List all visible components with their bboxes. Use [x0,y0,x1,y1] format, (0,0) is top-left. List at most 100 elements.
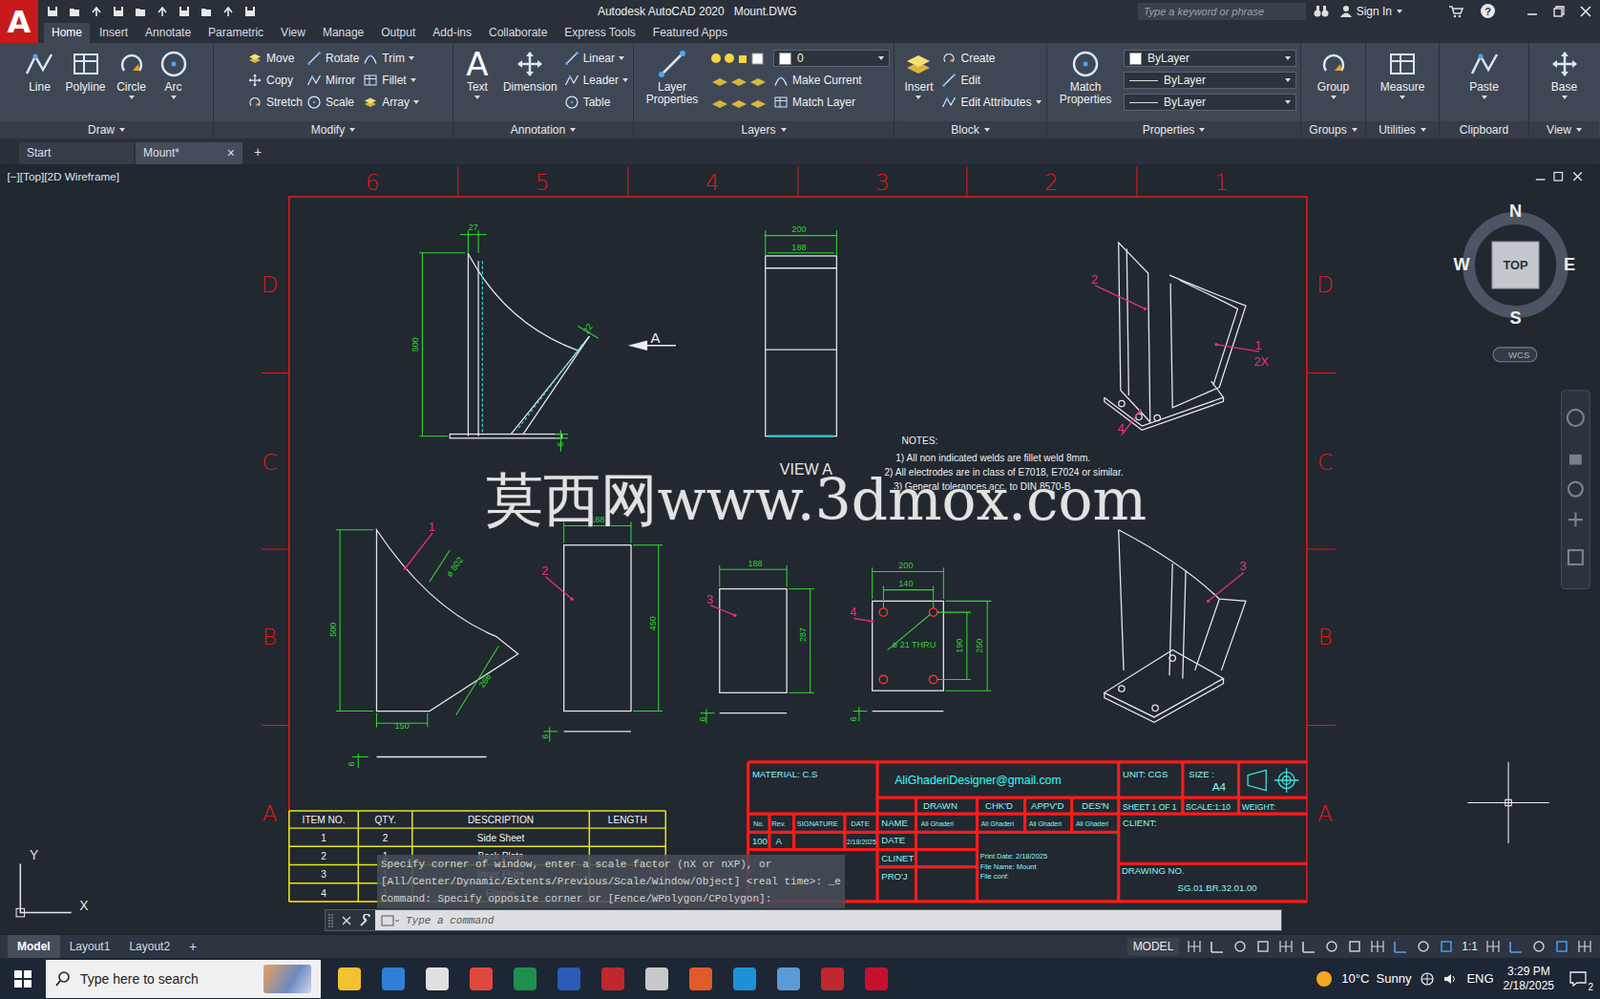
close-tab-button[interactable]: × [227,147,235,159]
ribbon-large-button[interactable]: Polyline [62,46,108,96]
new-tab-button[interactable]: + [244,140,272,165]
ribbon-small-button[interactable]: Copy [247,70,303,90]
ribbon-small-button[interactable]: Linear [564,48,629,68]
ribbon-tab[interactable]: Insert [91,22,136,43]
help-button[interactable]: ? [1480,3,1495,19]
ribbon-small-button[interactable]: Leader [564,70,629,90]
ribbon-large-button[interactable]: Insert [899,46,938,102]
status-toggle-icon[interactable] [1369,938,1386,954]
network-icon[interactable] [1420,971,1434,986]
quick-access-icon[interactable] [111,4,126,19]
ribbon-tab[interactable]: Annotate [137,22,199,43]
ribbon-tab[interactable]: Collaborate [481,22,555,43]
ribbon-large-button[interactable]: Base [1545,46,1584,102]
status-toggle-icon[interactable] [1255,938,1271,954]
ribbon-large-button[interactable]: Arc [154,46,193,102]
status-toggle-icon[interactable] [1485,938,1501,954]
taskbar-app-icon[interactable] [777,967,800,990]
panel-title[interactable]: Utilities [1366,121,1439,139]
wrench-icon[interactable] [358,913,373,927]
close-icon[interactable] [340,914,353,927]
ribbon-tab[interactable]: Express Tools [556,22,643,43]
ribbon-small-button[interactable]: Make Current [710,70,890,90]
status-toggle-icon[interactable] [1508,938,1524,954]
quick-access-icon[interactable] [67,4,82,19]
dropdown-caret-icon[interactable] [1330,95,1337,100]
status-toggle-icon[interactable] [1324,938,1340,954]
quick-access-icon[interactable] [45,4,60,19]
grip-icon[interactable] [328,912,335,928]
close-icon[interactable] [1578,4,1593,19]
panel-title[interactable]: Draw [0,121,213,139]
panel-title[interactable]: Modify [213,121,453,139]
restore-icon[interactable] [1552,4,1566,19]
volume-icon[interactable] [1443,971,1457,986]
taskbar-app-icon[interactable] [645,967,669,990]
panel-title[interactable]: Clipboard [1439,121,1529,139]
panel-title[interactable]: Annotation [453,121,633,139]
panel-title[interactable]: Properties [1047,121,1301,139]
status-toggle-icon[interactable] [1554,938,1570,954]
ribbon-tab[interactable]: Manage [315,22,372,43]
taskbar-app-icon[interactable] [864,967,888,990]
ribbon-small-button[interactable]: Edit Attributes [941,92,1041,112]
ribbon-small-button[interactable]: Edit [941,70,1041,90]
quick-access-icon[interactable] [243,4,257,19]
ribbon-large-button[interactable]: Match Properties [1051,46,1120,108]
status-toggle-icon[interactable] [1301,938,1317,954]
ribbon-large-button[interactable]: Line [20,46,59,96]
ribbon-small-button[interactable]: Move [247,48,303,68]
taskbar-app-icon[interactable] [469,967,493,990]
status-toggle-icon[interactable] [1415,938,1432,954]
viewcube[interactable]: TOPNSEW [1452,201,1576,328]
navigation-bar[interactable] [1560,390,1590,590]
taskbar-search[interactable]: Type here to search [45,959,321,998]
layout-tab[interactable]: Model [7,934,61,958]
taskbar-app-icon[interactable] [557,967,581,990]
ribbon-small-button[interactable]: Mirror [306,70,359,90]
quick-access-icon[interactable] [133,4,148,19]
quick-access-icon[interactable] [221,4,235,19]
model-space-toggle[interactable]: MODEL [1127,937,1180,955]
status-toggle-icon[interactable] [1531,938,1547,954]
panel-title[interactable]: Block [894,121,1047,139]
ribbon-large-button[interactable]: Dimension [500,46,561,96]
app-logo-icon[interactable]: A [0,0,39,43]
dropdown-caret-icon[interactable] [474,95,481,100]
layout-tab[interactable]: Layout1 [60,934,121,958]
layer-state-icon[interactable] [710,50,770,66]
ucs-menu[interactable]: WCS [1493,347,1537,362]
status-toggle-icon[interactable] [1438,938,1454,954]
weather[interactable]: 10°C Sunny [1341,970,1411,986]
ribbon-large-button[interactable]: Layer Properties [637,46,707,108]
windows-start-icon[interactable] [14,969,32,988]
status-toggle-icon[interactable] [1278,938,1294,954]
taskbar-app-icon[interactable] [689,967,713,990]
status-toggle-icon[interactable] [1232,938,1248,954]
panel-title[interactable]: Layers [633,121,894,139]
ribbon-large-button[interactable]: Paste [1465,46,1504,102]
ribbon-small-button[interactable]: Match Layer [710,92,890,112]
drawing-canvas[interactable]: [−][Top][2D Wireframe]654321DDCCBBAAAVIE… [0,164,1600,934]
ribbon-small-button[interactable]: Stretch [247,92,303,112]
dropdown-caret-icon[interactable] [915,95,922,100]
minimize-icon[interactable] [1525,4,1539,19]
ribbon-tab[interactable]: Output [373,22,423,43]
model-space[interactable]: [−][Top][2D Wireframe]654321DDCCBBAAAVIE… [0,164,1600,934]
layout-tab[interactable]: Layout2 [119,934,180,958]
ribbon-tab[interactable]: Add-ins [424,22,480,43]
ribbon-large-button[interactable]: Group [1314,46,1353,102]
input-language[interactable]: ENG [1466,970,1494,986]
taskbar-app-icon[interactable] [821,967,844,990]
ribbon-small-button[interactable]: Scale [306,92,359,112]
quick-access-icon[interactable] [89,4,104,19]
ribbon-large-button[interactable]: A Text [458,46,497,102]
ribbon-small-button[interactable]: Rotate [306,48,359,68]
status-toggle-icon[interactable] [1186,938,1202,954]
taskbar-app-icon[interactable] [601,967,625,990]
dropdown-caret-icon[interactable] [170,95,177,100]
file-tab[interactable]: Mount* × [135,142,243,165]
quick-access-icon[interactable] [155,4,169,19]
viewport-controls-label[interactable]: [−][Top][2D Wireframe] [6,169,120,183]
taskbar-app-icon[interactable] [733,967,757,990]
